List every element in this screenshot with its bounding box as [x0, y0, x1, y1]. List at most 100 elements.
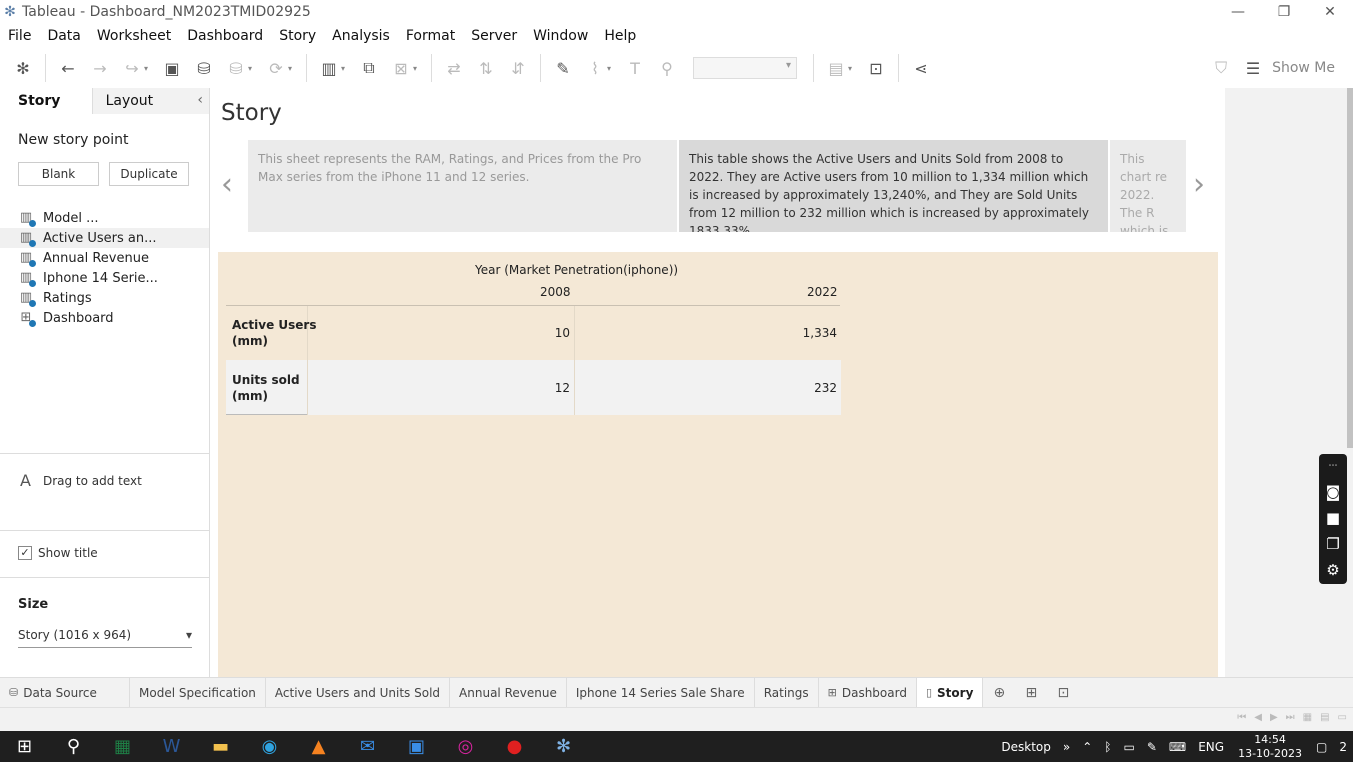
sheet-item-ratings[interactable]: ▥ Ratings — [0, 288, 209, 308]
windows-start-icon[interactable]: ⊞ — [0, 731, 49, 762]
refresh-icon[interactable]: ⟳ — [263, 55, 289, 81]
battery-icon[interactable]: ▭ — [1123, 740, 1134, 754]
instagram-icon[interactable]: ◎ — [441, 731, 490, 762]
format-painter-icon[interactable]: ⛉ — [1208, 55, 1234, 81]
new-data-source-icon[interactable]: ⛁ — [191, 55, 217, 81]
menu-help[interactable]: Help — [596, 28, 644, 44]
keyboard-icon[interactable]: ⌨ — [1169, 740, 1186, 754]
chevron-down-icon[interactable]: ▾ — [248, 64, 256, 73]
tableau-home-icon[interactable]: ✻ — [10, 55, 36, 81]
new-worksheet-tab-icon[interactable]: ⊕ — [983, 678, 1015, 707]
swap-rows-columns-icon[interactable]: ⇄ — [441, 55, 467, 81]
tab-active-users-units-sold[interactable]: Active Users and Units Sold — [266, 678, 451, 707]
fix-axes-icon[interactable]: ⚲ — [654, 55, 680, 81]
menu-dashboard[interactable]: Dashboard — [179, 28, 271, 44]
minimize-button[interactable]: — — [1215, 0, 1261, 24]
last-page-icon[interactable]: ⏭ — [1286, 712, 1295, 723]
duplicate-button[interactable]: Duplicate — [109, 162, 189, 186]
edge-icon[interactable]: ◉ — [245, 731, 294, 762]
pause-updates-icon[interactable]: ⛁ — [223, 55, 249, 81]
story-point-3[interactable]: This chart re 2022. The R which is app — [1110, 140, 1186, 232]
new-worksheet-icon[interactable]: ▥ — [316, 55, 342, 81]
redo-icon[interactable]: → — [87, 55, 113, 81]
collapse-pane-icon[interactable]: ‹ — [197, 92, 203, 108]
tab-annual-revenue[interactable]: Annual Revenue — [450, 678, 567, 707]
store-icon[interactable]: ▣ — [392, 731, 441, 762]
sheet-item-iphone-14-series[interactable]: ▥ Iphone 14 Serie... — [0, 268, 209, 288]
chevron-down-icon[interactable]: ▾ — [607, 64, 615, 73]
next-story-point-icon[interactable]: › — [1193, 170, 1205, 200]
tab-iphone-14-series[interactable]: Iphone 14 Series Sale Share — [567, 678, 755, 707]
chevron-down-icon[interactable]: ▾ — [413, 64, 421, 73]
blank-button[interactable]: Blank — [18, 162, 99, 186]
sort-descending-icon[interactable]: ⇵ — [505, 55, 531, 81]
pen-icon[interactable]: ✎ — [1147, 740, 1157, 754]
show-me-button[interactable]: Show Me — [1272, 60, 1335, 76]
presentation-mode-icon[interactable]: ⊡ — [863, 55, 889, 81]
replay-icon[interactable]: ↪ — [119, 55, 145, 81]
sort-ascending-icon[interactable]: ⇅ — [473, 55, 499, 81]
clock[interactable]: 14:54 13-10-2023 — [1238, 733, 1302, 761]
clear-sheet-icon[interactable]: ⊠ — [388, 55, 414, 81]
new-story-tab-icon[interactable]: ⊡ — [1047, 678, 1079, 707]
vlc-icon[interactable]: ▲ — [294, 731, 343, 762]
search-icon[interactable]: ⚲ — [49, 731, 98, 762]
menu-analysis[interactable]: Analysis — [324, 28, 398, 44]
record-icon[interactable]: ● — [490, 731, 539, 762]
show-mark-labels-icon[interactable]: T — [622, 55, 648, 81]
menu-data[interactable]: Data — [39, 28, 88, 44]
previous-page-icon[interactable]: ◀ — [1254, 712, 1262, 723]
tab-model-specification[interactable]: Model Specification — [130, 678, 266, 707]
sheet-item-active-users[interactable]: ▥ Active Users an... — [0, 228, 209, 248]
chevron-down-icon[interactable]: ▾ — [144, 64, 152, 73]
sheet-item-annual-revenue[interactable]: ▥ Annual Revenue — [0, 248, 209, 268]
tab-story[interactable]: ▯ Story — [916, 678, 984, 707]
notification-icon[interactable]: ▢ — [1316, 740, 1327, 754]
fit-select[interactable] — [693, 57, 797, 79]
word-icon[interactable]: W — [147, 731, 196, 762]
share-icon[interactable]: ⋖ — [908, 55, 934, 81]
menu-story[interactable]: Story — [271, 28, 324, 44]
sheet-item-model[interactable]: ▥ Model ... — [0, 208, 209, 228]
chevron-down-icon[interactable]: ▾ — [288, 64, 296, 73]
file-explorer-icon[interactable]: ▬ — [196, 731, 245, 762]
vertical-scrollbar[interactable] — [1347, 88, 1353, 448]
first-page-icon[interactable]: ⏮ — [1237, 712, 1246, 723]
next-page-icon[interactable]: ▶ — [1270, 712, 1278, 723]
menu-file[interactable]: File — [0, 28, 39, 44]
more-icon[interactable]: ⋯ — [1329, 458, 1338, 474]
chevron-down-icon[interactable]: ▾ — [341, 64, 349, 73]
toolbar-overflow[interactable]: » — [1063, 740, 1070, 754]
highlight-icon[interactable]: ✎ — [550, 55, 576, 81]
tab-data-source[interactable]: ⛁ Data Source — [0, 678, 130, 707]
excel-icon[interactable]: ▦ — [98, 731, 147, 762]
tab-dashboard[interactable]: ⊞ Dashboard — [819, 678, 917, 707]
language-indicator[interactable]: ENG — [1198, 740, 1224, 754]
checkbox-checked-icon[interactable]: ✓ — [18, 546, 32, 560]
size-select[interactable]: Story (1016 x 964) — [18, 628, 192, 648]
restore-button[interactable]: ❐ — [1261, 0, 1307, 24]
tab-story[interactable]: Story — [0, 88, 92, 114]
sheet-item-dashboard[interactable]: ⊞ Dashboard — [0, 308, 209, 328]
tableau-taskbar-icon[interactable]: ✻ — [539, 731, 588, 762]
gear-icon[interactable]: ⚙ — [1326, 562, 1339, 578]
mail-icon[interactable]: ✉ — [343, 731, 392, 762]
grid-view-icon[interactable]: ▦ — [1303, 712, 1312, 723]
drag-to-add-text[interactable]: A Drag to add text — [20, 471, 142, 490]
duplicate-sheet-icon[interactable]: ⧉ — [356, 55, 382, 81]
story-point-2[interactable]: This table shows the Active Users and Un… — [679, 140, 1108, 232]
tab-ratings[interactable]: Ratings — [755, 678, 819, 707]
tab-layout[interactable]: Layout — [91, 88, 209, 114]
menu-server[interactable]: Server — [463, 28, 525, 44]
tab-view-icon[interactable]: ▭ — [1338, 712, 1347, 723]
camera-icon[interactable]: ◙ — [1326, 484, 1341, 500]
menu-window[interactable]: Window — [525, 28, 596, 44]
chevron-up-icon[interactable]: ⌃ — [1082, 740, 1092, 754]
filmstrip-view-icon[interactable]: ▤ — [1320, 712, 1329, 723]
gallery-icon[interactable]: ❐ — [1326, 536, 1339, 552]
bluetooth-icon[interactable]: ᛒ — [1104, 740, 1111, 754]
show-title-checkbox[interactable]: ✓ Show title — [18, 546, 98, 560]
previous-story-point-icon[interactable]: ‹ — [221, 170, 233, 200]
video-icon[interactable]: ■ — [1326, 510, 1340, 526]
menu-format[interactable]: Format — [398, 28, 463, 44]
